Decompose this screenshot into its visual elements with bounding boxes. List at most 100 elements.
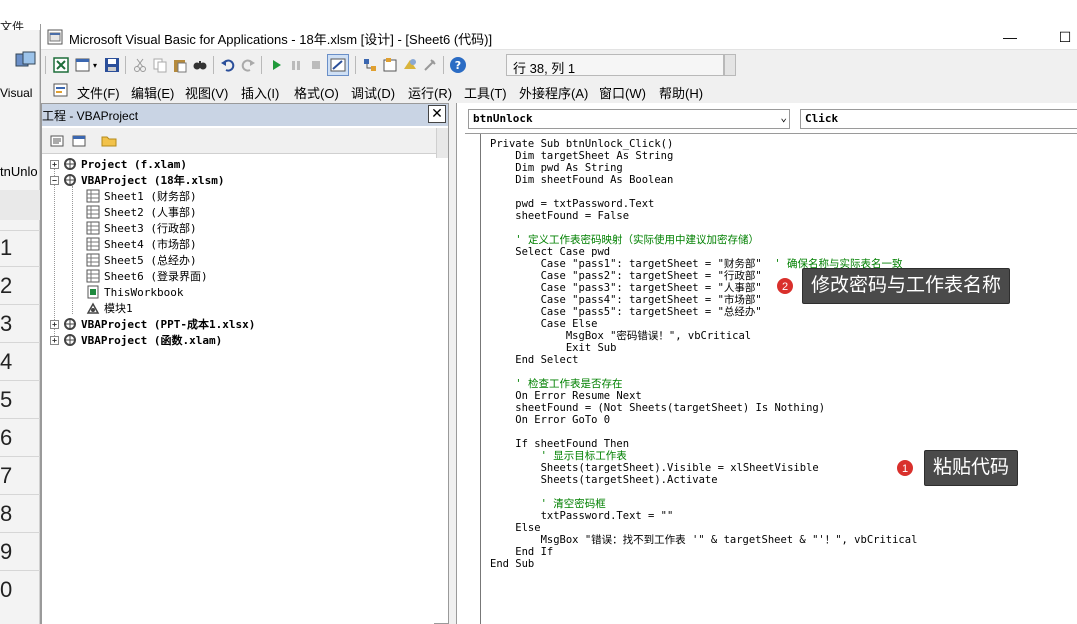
tree-item-thisworkbook[interactable]: ThisWorkbook (86, 284, 183, 300)
code-line[interactable]: pwd = txtPassword.Text (490, 198, 917, 210)
copy-icon[interactable] (151, 56, 169, 74)
view-excel-icon[interactable] (52, 56, 70, 74)
tree-item-sheet4[interactable]: Sheet4 (市场部) (86, 236, 197, 252)
menu-run[interactable]: 运行(R) (408, 83, 452, 102)
toggle-folders-icon[interactable] (100, 132, 118, 150)
close-icon[interactable]: ✕ (428, 105, 446, 123)
expand-icon[interactable]: + (50, 159, 59, 169)
toolbar-grip[interactable] (45, 56, 46, 74)
code-text: Case "pass2": targetSheet = "行政部" (490, 270, 762, 282)
step-badge: 2 (776, 277, 794, 295)
maximize-button[interactable]: ☐ (1056, 28, 1074, 46)
code-line[interactable]: ' 显示目标工作表 (490, 450, 917, 462)
code-line[interactable]: Case Else (490, 318, 917, 330)
expand-icon[interactable]: + (50, 335, 59, 345)
tree-item-vbaproject-18[interactable]: − VBAProject (18年.xlsm) (50, 172, 224, 188)
code-line[interactable]: txtPassword.Text = "" (490, 510, 917, 522)
view-code-icon[interactable] (48, 132, 66, 150)
code-line[interactable]: End If (490, 546, 917, 558)
menu-window[interactable]: 窗口(W) (599, 83, 646, 102)
run-icon[interactable] (267, 56, 285, 74)
menu-insert[interactable]: 插入(I) (241, 83, 279, 102)
view-object-icon[interactable] (70, 132, 88, 150)
menu-format[interactable]: 格式(O) (294, 83, 339, 102)
tree-item-sheet1[interactable]: Sheet1 (财务部) (86, 188, 197, 204)
code-line[interactable]: Private Sub btnUnlock_Click() (490, 138, 917, 150)
project-explorer-icon[interactable] (361, 56, 379, 74)
code-line[interactable] (490, 186, 917, 198)
code-line[interactable]: If sheetFound Then (490, 438, 917, 450)
code-window-control-icon[interactable] (53, 82, 69, 98)
procedure-dropdown[interactable]: Click (800, 109, 1077, 129)
visual-basic-icon[interactable] (14, 50, 38, 72)
worksheet-icon (86, 237, 100, 251)
code-line[interactable]: Dim pwd As String (490, 162, 917, 174)
code-line[interactable]: MsgBox "密码错误！", vbCritical (490, 330, 917, 342)
tree-item-vbaproject-func[interactable]: + VBAProject (函数.xlam) (50, 332, 222, 348)
insert-userform-icon[interactable] (74, 56, 92, 74)
tree-item-sheet3[interactable]: Sheet3 (行政部) (86, 220, 197, 236)
insert-dropdown-icon[interactable]: ▾ (91, 56, 99, 74)
toolbar-options-button[interactable] (724, 54, 736, 76)
code-line[interactable]: MsgBox "错误：找不到工作表 '" & targetSheet & "'！… (490, 534, 918, 546)
design-mode-icon[interactable] (327, 54, 349, 76)
title-bar[interactable]: Microsoft Visual Basic for Applications … (41, 24, 1077, 50)
tree-item-vbaproject-ppt[interactable]: + VBAProject (PPT-成本1.xlsx) (50, 316, 255, 332)
code-line[interactable] (490, 222, 917, 234)
code-line[interactable]: On Error GoTo 0 (490, 414, 917, 426)
menu-file[interactable]: 文件(F) (77, 83, 120, 102)
menu-addins[interactable]: 外接程序(A) (519, 83, 588, 102)
object-dropdown[interactable]: btnUnlock ⌄ (468, 109, 790, 129)
code-margin-indicator-bar[interactable] (465, 134, 481, 624)
code-line[interactable]: On Error Resume Next (490, 390, 917, 402)
tree-item-sheet2[interactable]: Sheet2 (人事部) (86, 204, 197, 220)
menu-debug[interactable]: 调试(D) (351, 83, 395, 102)
menu-edit[interactable]: 编辑(E) (131, 83, 174, 102)
expand-icon[interactable]: + (50, 319, 59, 329)
tree-item-sheet5[interactable]: Sheet5 (总经办) (86, 252, 197, 268)
break-icon[interactable] (287, 56, 305, 74)
undo-icon[interactable] (219, 56, 237, 74)
code-line[interactable] (490, 426, 917, 438)
project-explorer-header[interactable]: 工程 - VBAProject ✕ (42, 104, 448, 126)
code-line[interactable]: ' 定义工作表密码映射（实际使用中建议加密存储） (490, 234, 917, 246)
project-tree: + Project (f.xlam) − VBAProject (18年.xls… (42, 156, 434, 624)
reset-icon[interactable] (307, 56, 325, 74)
redo-icon[interactable] (239, 56, 257, 74)
properties-window-icon[interactable] (381, 56, 399, 74)
tree-item-project-f[interactable]: + Project (f.xlam) (50, 156, 187, 172)
code-line[interactable]: Select Case pwd (490, 246, 917, 258)
code-line[interactable]: End Sub (490, 558, 917, 570)
code-line[interactable]: Sheets(targetSheet).Visible = xlSheetVis… (490, 462, 917, 474)
paste-icon[interactable] (171, 56, 189, 74)
code-line[interactable]: Dim sheetFound As Boolean (490, 174, 917, 186)
code-line[interactable]: End Select (490, 354, 917, 366)
code-line[interactable] (490, 486, 917, 498)
code-lines[interactable]: Private Sub btnUnlock_Click() Dim target… (490, 138, 917, 570)
code-line[interactable]: Dim targetSheet As String (490, 150, 917, 162)
code-editor[interactable]: Private Sub btnUnlock_Click() Dim target… (465, 133, 1077, 624)
toolbox-icon[interactable] (421, 56, 439, 74)
code-line[interactable] (490, 366, 917, 378)
cut-icon[interactable] (131, 56, 149, 74)
minimize-button[interactable]: — (1001, 28, 1019, 46)
tree-item-module1[interactable]: 模块1 (86, 300, 133, 316)
code-line[interactable]: Exit Sub (490, 342, 917, 354)
project-explorer-scrollbar[interactable] (436, 128, 448, 158)
object-browser-icon[interactable] (401, 56, 419, 74)
menu-tools[interactable]: 工具(T) (464, 83, 507, 102)
code-line[interactable]: sheetFound = False (490, 210, 917, 222)
save-icon[interactable] (103, 56, 121, 74)
code-line[interactable]: ' 检查工作表是否存在 (490, 378, 917, 390)
code-line[interactable]: Sheets(targetSheet).Activate (490, 474, 917, 486)
menu-help[interactable]: 帮助(H) (659, 83, 703, 102)
code-line[interactable]: ' 清空密码框 (490, 498, 917, 510)
collapse-icon[interactable]: − (50, 175, 59, 185)
code-line[interactable]: Else (490, 522, 917, 534)
find-icon[interactable] (191, 56, 209, 74)
help-icon[interactable]: ? (449, 56, 467, 74)
code-line[interactable]: sheetFound = (Not Sheets(targetSheet) Is… (490, 402, 917, 414)
code-line[interactable]: Case "pass5": targetSheet = "总经办" (490, 306, 917, 318)
tree-item-sheet6[interactable]: Sheet6 (登录界面) (86, 268, 208, 284)
menu-view[interactable]: 视图(V) (185, 83, 228, 102)
